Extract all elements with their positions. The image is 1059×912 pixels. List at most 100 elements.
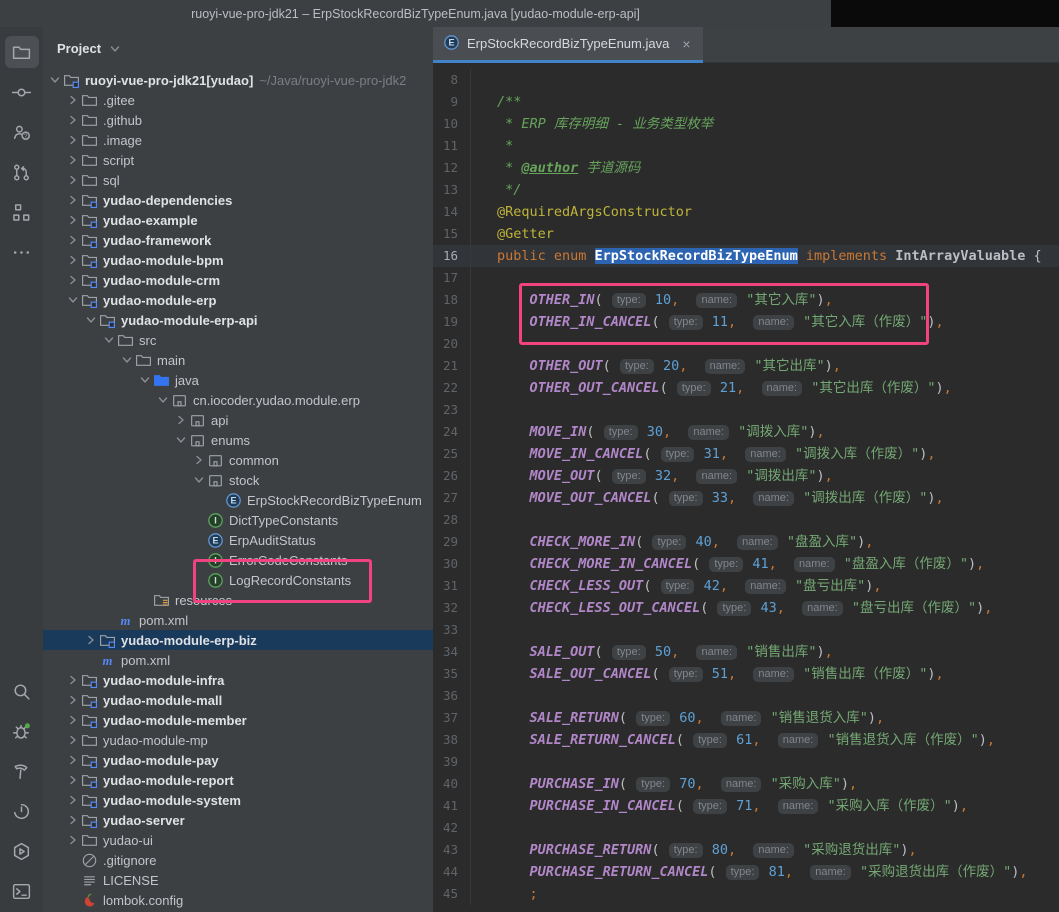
code-line-22[interactable]: 22 OTHER_OUT_CANCEL( type: 21, name: "其它…: [433, 377, 1059, 399]
code-line-15[interactable]: 15@Getter: [433, 223, 1059, 245]
code-line-44[interactable]: 44 PURCHASE_RETURN_CANCEL( type: 81, nam…: [433, 861, 1059, 883]
line-number[interactable]: 39: [433, 751, 471, 773]
close-icon[interactable]: ×: [682, 36, 690, 52]
line-number[interactable]: 9: [433, 91, 471, 113]
code-line-17[interactable]: 17: [433, 267, 1059, 289]
tree-item-yudao-module-erp[interactable]: yudao-module-erp: [43, 290, 433, 310]
line-number[interactable]: 41: [433, 795, 471, 817]
line-number[interactable]: 21: [433, 355, 471, 377]
code-line-8[interactable]: 8: [433, 69, 1059, 91]
more-tool-button[interactable]: [5, 236, 39, 268]
line-number[interactable]: 31: [433, 575, 471, 597]
chevron-right-icon[interactable]: [65, 92, 81, 108]
line-number[interactable]: 11: [433, 135, 471, 157]
tree-item-dicttypeconstants[interactable]: IDictTypeConstants: [43, 510, 433, 530]
code-line-33[interactable]: 33: [433, 619, 1059, 641]
line-number[interactable]: 43: [433, 839, 471, 861]
line-number[interactable]: 8: [433, 69, 471, 91]
tree-item-src[interactable]: src: [43, 330, 433, 350]
tree-item-yudao-module-report[interactable]: yudao-module-report: [43, 770, 433, 790]
line-number[interactable]: 42: [433, 817, 471, 839]
tab-erp-stock-record-biz-type-enum[interactable]: E ErpStockRecordBizTypeEnum.java ×: [433, 27, 703, 63]
tree-item-yudao-module-crm[interactable]: yudao-module-crm: [43, 270, 433, 290]
tree-item-gitignore[interactable]: .gitignore: [43, 850, 433, 870]
chevron-down-icon[interactable]: [83, 312, 99, 328]
line-number[interactable]: 36: [433, 685, 471, 707]
code-line-43[interactable]: 43 PURCHASE_RETURN( type: 80, name: "采购退…: [433, 839, 1059, 861]
chevron-right-icon[interactable]: [83, 632, 99, 648]
terminal-tool-button[interactable]: [5, 875, 39, 907]
tree-item-sql[interactable]: sql: [43, 170, 433, 190]
chevron-right-icon[interactable]: [65, 132, 81, 148]
tree-item-erpauditstatus[interactable]: EErpAuditStatus: [43, 530, 433, 550]
code-line-36[interactable]: 36: [433, 685, 1059, 707]
chevron-down-icon[interactable]: [119, 352, 135, 368]
code-line-41[interactable]: 41 PURCHASE_IN_CANCEL( type: 71, name: "…: [433, 795, 1059, 817]
code-line-28[interactable]: 28: [433, 509, 1059, 531]
tree-item-yudao-example[interactable]: yudao-example: [43, 210, 433, 230]
line-number[interactable]: 27: [433, 487, 471, 509]
line-number[interactable]: 35: [433, 663, 471, 685]
chevron-right-icon[interactable]: [173, 412, 189, 428]
tree-item-java[interactable]: java: [43, 370, 433, 390]
chevron-down-icon[interactable]: [173, 432, 189, 448]
tree-item-license[interactable]: LICENSE: [43, 870, 433, 890]
chevron-down-icon[interactable]: [191, 472, 207, 488]
tree-item-yudao-module-mall[interactable]: yudao-module-mall: [43, 690, 433, 710]
code-line-37[interactable]: 37 SALE_RETURN( type: 60, name: "销售退货入库"…: [433, 707, 1059, 729]
line-number[interactable]: 34: [433, 641, 471, 663]
line-number[interactable]: 25: [433, 443, 471, 465]
chevron-right-icon[interactable]: [65, 752, 81, 768]
code-line-10[interactable]: 10 * ERP 库存明细 - 业务类型枚举: [433, 113, 1059, 135]
code-line-30[interactable]: 30 CHECK_MORE_IN_CANCEL( type: 41, name:…: [433, 553, 1059, 575]
tree-item-logrecordconstants[interactable]: ILogRecordConstants: [43, 570, 433, 590]
chevron-down-icon[interactable]: [101, 332, 117, 348]
line-number[interactable]: 32: [433, 597, 471, 619]
line-number[interactable]: 28: [433, 509, 471, 531]
line-number[interactable]: 12: [433, 157, 471, 179]
code-line-34[interactable]: 34 SALE_OUT( type: 50, name: "销售出库"),: [433, 641, 1059, 663]
project-panel-header[interactable]: Project: [43, 27, 433, 70]
commit-tool-button[interactable]: [5, 76, 39, 108]
tree-item-stock[interactable]: stock: [43, 470, 433, 490]
code-line-9[interactable]: 9/**: [433, 91, 1059, 113]
chevron-right-icon[interactable]: [65, 812, 81, 828]
line-number[interactable]: 20: [433, 333, 471, 355]
tree-item-main[interactable]: main: [43, 350, 433, 370]
tree-item-yudao-server[interactable]: yudao-server: [43, 810, 433, 830]
chevron-right-icon[interactable]: [65, 772, 81, 788]
line-number[interactable]: 13: [433, 179, 471, 201]
debug-tool-button[interactable]: [5, 715, 39, 747]
project-tool-button[interactable]: [5, 36, 39, 68]
code-line-23[interactable]: 23: [433, 399, 1059, 421]
line-number[interactable]: 30: [433, 553, 471, 575]
tree-item-yudao-module-system[interactable]: yudao-module-system: [43, 790, 433, 810]
tree-item-yudao-module-infra[interactable]: yudao-module-infra: [43, 670, 433, 690]
chevron-right-icon[interactable]: [65, 692, 81, 708]
chevron-right-icon[interactable]: [65, 212, 81, 228]
code-line-29[interactable]: 29 CHECK_MORE_IN( type: 40, name: "盘盈入库"…: [433, 531, 1059, 553]
line-number[interactable]: 38: [433, 729, 471, 751]
tree-item-yudao-module-pay[interactable]: yudao-module-pay: [43, 750, 433, 770]
chevron-right-icon[interactable]: [65, 172, 81, 188]
code-line-12[interactable]: 12 * @author 芋道源码: [433, 157, 1059, 179]
code-line-11[interactable]: 11 *: [433, 135, 1059, 157]
tree-item-ruoyi-vue-pro-jdk21[interactable]: ruoyi-vue-pro-jdk21 [yudao] ~/Java/ruoyi…: [43, 70, 433, 90]
code-line-42[interactable]: 42: [433, 817, 1059, 839]
code-line-25[interactable]: 25 MOVE_IN_CANCEL( type: 31, name: "调拨入库…: [433, 443, 1059, 465]
tree-item-yudao-module-bpm[interactable]: yudao-module-bpm: [43, 250, 433, 270]
tree-item-script[interactable]: script: [43, 150, 433, 170]
code-line-31[interactable]: 31 CHECK_LESS_OUT( type: 42, name: "盘亏出库…: [433, 575, 1059, 597]
tree-item-gitee[interactable]: .gitee: [43, 90, 433, 110]
profiler-tool-button[interactable]: [5, 795, 39, 827]
line-number[interactable]: 10: [433, 113, 471, 135]
code-line-19[interactable]: 19 OTHER_IN_CANCEL( type: 11, name: "其它入…: [433, 311, 1059, 333]
line-number[interactable]: 45: [433, 883, 471, 905]
line-number[interactable]: 14: [433, 201, 471, 223]
line-number[interactable]: 22: [433, 377, 471, 399]
chevron-down-icon[interactable]: [47, 72, 63, 88]
chevron-right-icon[interactable]: [65, 272, 81, 288]
code-line-14[interactable]: 14@RequiredArgsConstructor: [433, 201, 1059, 223]
line-number[interactable]: 26: [433, 465, 471, 487]
tree-item-api[interactable]: api: [43, 410, 433, 430]
